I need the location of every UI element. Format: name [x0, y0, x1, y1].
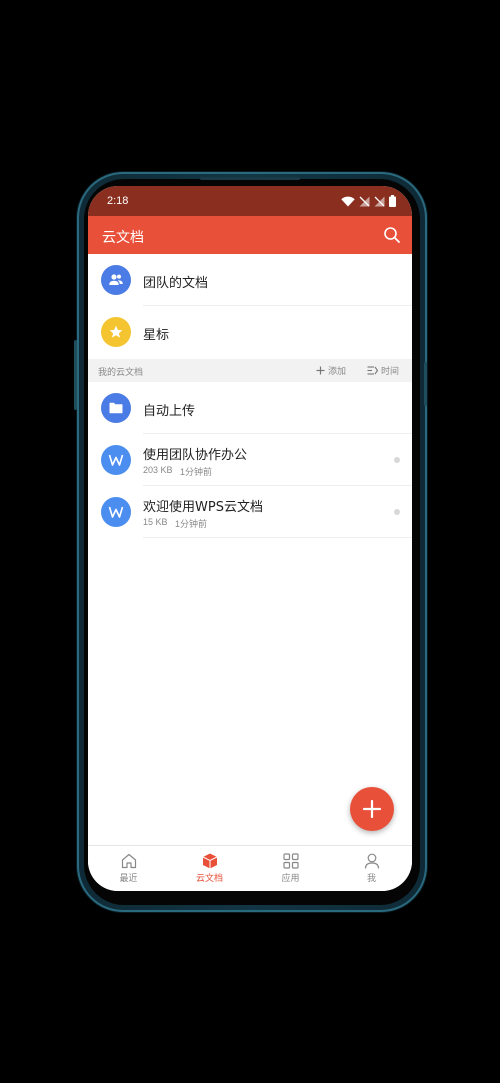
list-item[interactable]: 使用团队协作办公 203 KB 1分钟前	[88, 434, 412, 486]
volume-button	[74, 340, 77, 410]
team-docs-label: 团队的文档	[143, 276, 209, 291]
folder-icon	[109, 402, 123, 414]
nav-cloud-docs[interactable]: 云文档	[169, 852, 250, 888]
grid-icon	[282, 853, 299, 869]
team-icon	[109, 274, 123, 285]
device-stage: 2:18 云文档 团队的文档 星标 我的云文档 添加 时间 自动上传 使用团队协…	[0, 0, 500, 1083]
bottom-nav: 最近 云文档 应用 我	[88, 845, 412, 891]
folder-avatar	[101, 393, 131, 423]
sort-icon	[367, 366, 378, 375]
add-fab-button[interactable]	[350, 787, 394, 831]
team-avatar	[101, 265, 131, 295]
file-time: 1分钟前	[175, 519, 208, 529]
more-dot[interactable]	[394, 509, 400, 515]
page-title: 云文档	[102, 230, 144, 246]
list-item[interactable]: 自动上传	[88, 382, 412, 434]
home-icon	[121, 853, 136, 869]
section-title: 我的云文档	[98, 368, 144, 378]
battery-icon	[389, 195, 396, 207]
signal-off-icon	[374, 196, 385, 206]
star-avatar	[101, 317, 131, 347]
sort-label: 时间	[381, 367, 400, 377]
status-icons	[341, 195, 396, 207]
section-header: 我的云文档 添加 时间	[88, 359, 412, 382]
divider	[143, 537, 412, 538]
add-label: 添加	[328, 367, 347, 377]
file-name: 自动上传	[143, 404, 196, 419]
app-bar: 云文档	[88, 216, 412, 254]
file-size: 15 KB	[143, 517, 168, 527]
nav-apps[interactable]: 应用	[250, 852, 331, 888]
add-button[interactable]: 添加	[316, 364, 346, 377]
starred-item[interactable]: 星标	[88, 306, 412, 358]
nav-label: 我	[366, 874, 376, 884]
doc-avatar	[101, 497, 131, 527]
plus-icon	[316, 366, 325, 375]
file-size: 203 KB	[143, 465, 173, 475]
wps-doc-icon	[108, 454, 124, 466]
nav-label: 云文档	[195, 874, 223, 884]
list-item[interactable]: 欢迎使用WPS云文档 15 KB 1分钟前	[88, 486, 412, 538]
more-dot[interactable]	[394, 457, 400, 463]
file-time: 1分钟前	[180, 467, 213, 477]
sort-button[interactable]: 时间	[367, 364, 399, 377]
nav-label: 应用	[281, 874, 300, 884]
nav-label: 最近	[119, 874, 138, 884]
search-icon[interactable]	[382, 225, 402, 245]
signal-off-icon	[359, 196, 370, 206]
starred-label: 星标	[143, 328, 170, 343]
wifi-icon	[341, 196, 355, 206]
status-time: 2:18	[107, 195, 129, 207]
nav-me[interactable]: 我	[331, 852, 412, 888]
wps-doc-icon	[108, 506, 124, 518]
power-button	[424, 362, 427, 406]
cloud-box-icon	[202, 853, 217, 869]
nav-recent[interactable]: 最近	[88, 852, 169, 888]
person-icon	[364, 853, 379, 869]
file-name: 欢迎使用WPS云文档	[143, 500, 263, 515]
app-screen: 2:18 云文档 团队的文档 星标 我的云文档 添加 时间 自动上传 使用团队协…	[88, 186, 412, 891]
team-docs-item[interactable]: 团队的文档	[88, 254, 412, 306]
status-bar: 2:18	[88, 186, 412, 216]
earpiece-speaker	[200, 177, 300, 180]
doc-avatar	[101, 445, 131, 475]
star-icon	[109, 325, 123, 338]
plus-icon	[362, 799, 382, 819]
file-name: 使用团队协作办公	[143, 448, 248, 463]
